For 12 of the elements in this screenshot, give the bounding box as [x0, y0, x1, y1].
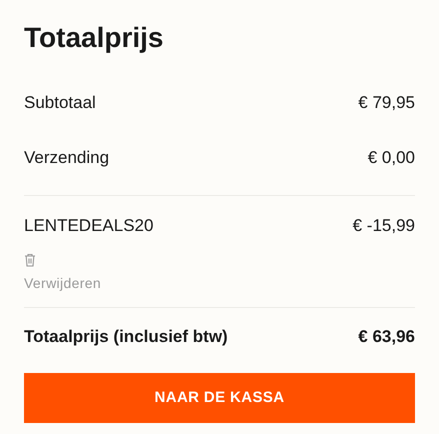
- discount-code: LENTEDEALS20: [24, 215, 154, 237]
- discount-amount: € -15,99: [352, 215, 415, 237]
- total-label: Totaalprijs (inclusief btw): [24, 326, 228, 348]
- row-amount: € 79,95: [358, 92, 415, 114]
- checkout-button[interactable]: NAAR DE KASSA: [24, 373, 415, 423]
- remove-link[interactable]: Verwijderen: [24, 272, 102, 294]
- section-title: Totaalprijs: [24, 21, 165, 55]
- trash-icon[interactable]: [24, 252, 36, 266]
- row-amount: € 0,00: [368, 147, 415, 169]
- total-amount: € 63,96: [358, 326, 415, 348]
- row-label: Subtotaal: [24, 92, 96, 114]
- row-label: Verzending: [24, 147, 110, 169]
